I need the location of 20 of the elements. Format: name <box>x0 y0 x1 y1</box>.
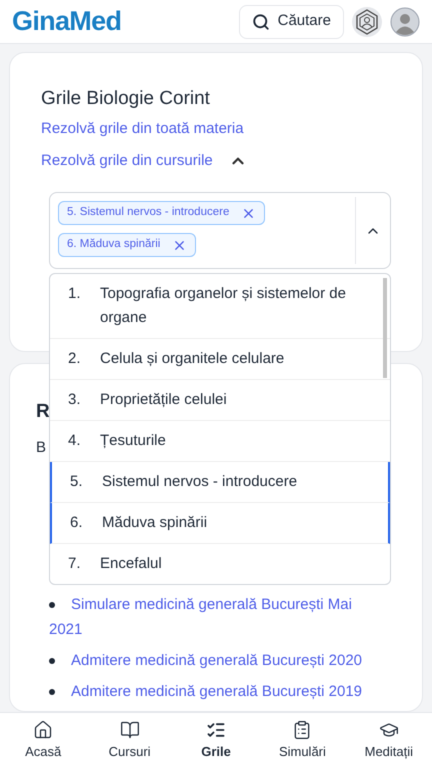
card-text: B <box>36 438 46 458</box>
course-link[interactable]: Rezolvă grile din toată materia <box>41 113 391 145</box>
exam-link[interactable]: Simulare medicină generală București Mai 2021 <box>49 592 388 642</box>
selected-chip: 5. Sistemul nervos - introducere <box>58 201 266 225</box>
exam-link[interactable]: Admitere medicină generală București 2019 <box>49 679 388 704</box>
nav-tab[interactable]: Meditații <box>346 713 432 768</box>
selected-chip: 6. Măduva spinării <box>58 233 196 257</box>
search-button[interactable]: Căutare <box>238 4 344 38</box>
dropdown-option[interactable]: 4. Țesuturile <box>50 421 390 462</box>
exam-link[interactable]: Admitere medicină generală București 2020 <box>49 648 388 673</box>
dropdown-option[interactable]: 3. Proprietățile celulei <box>50 380 390 421</box>
nav-tab[interactable]: Acasă <box>0 713 86 768</box>
nav-tab[interactable]: Grile <box>172 713 260 768</box>
nav-tab[interactable]: Simulări <box>259 713 346 768</box>
logo[interactable]: GinaMed <box>12 1 122 42</box>
card-title: Grile Biologie Corint <box>41 87 211 111</box>
multi-select-field[interactable]: 5. Sistemul nervos - introducere 6. Măduva spinării <box>49 192 391 269</box>
nav-tab[interactable]: Cursuri <box>86 713 173 768</box>
course-link[interactable]: Rezolvă grile din cursurile <box>41 145 391 177</box>
card-title: R <box>36 400 50 424</box>
